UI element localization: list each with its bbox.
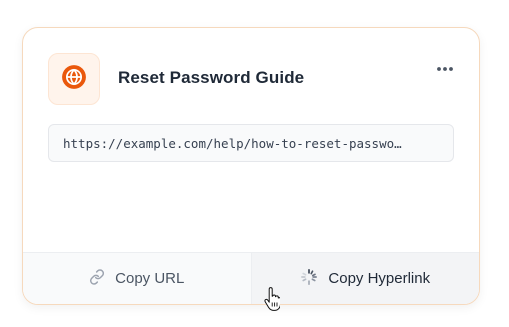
more-horizontal-icon bbox=[436, 59, 454, 77]
copy-hyperlink-label: Copy Hyperlink bbox=[328, 270, 431, 287]
globe-icon bbox=[61, 64, 87, 95]
url-text: https://example.com/help/how-to-reset-pa… bbox=[63, 135, 402, 151]
card-title: Reset Password Guide bbox=[118, 68, 305, 87]
copy-url-button[interactable]: Copy URL bbox=[23, 253, 252, 304]
url-field[interactable]: https://example.com/help/how-to-reset-pa… bbox=[48, 124, 454, 162]
card-header: Reset Password Guide bbox=[48, 53, 459, 105]
loader-icon bbox=[300, 268, 318, 290]
link-card: Reset Password Guide https://example.com… bbox=[22, 27, 480, 305]
copy-url-label: Copy URL bbox=[115, 270, 185, 287]
copy-hyperlink-button[interactable]: Copy Hyperlink bbox=[251, 253, 479, 304]
link-icon bbox=[89, 268, 105, 289]
card-actions: Copy URL Copy Hyperlink bbox=[23, 252, 479, 304]
more-options-button[interactable] bbox=[431, 57, 459, 79]
app-icon-container bbox=[48, 53, 100, 105]
hand-pointer-cursor-icon bbox=[264, 287, 281, 316]
